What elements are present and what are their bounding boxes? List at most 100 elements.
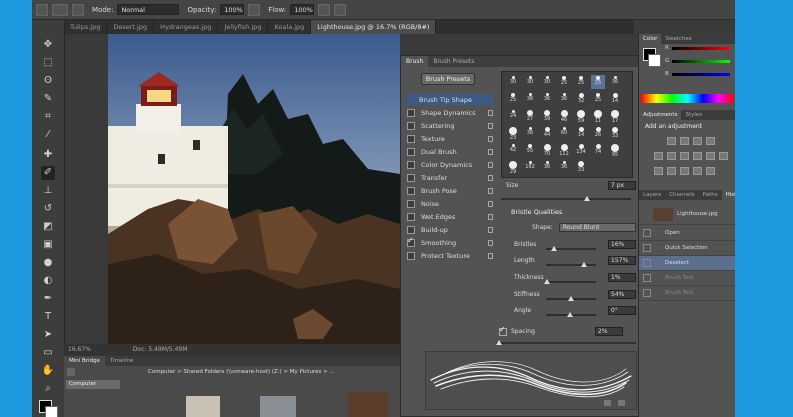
option-checkbox[interactable] [407,134,415,143]
option-dual-brush[interactable]: Dual Brush [407,146,493,157]
brush-tip[interactable]: 36 [557,92,571,106]
option-noise[interactable]: Noise [407,198,493,209]
brush-tip[interactable]: 36 [608,75,622,89]
shape-select[interactable]: Round Blunt [558,223,636,232]
lock-icon[interactable] [488,122,493,129]
zoom-readout[interactable]: 16.67% [68,346,91,353]
size-field[interactable]: 7 px [608,181,636,190]
background-color-swatch[interactable] [45,406,58,417]
brush-panel-toggle-icon[interactable] [72,3,84,16]
option-transfer[interactable]: Transfer [407,172,493,183]
opacity-field[interactable]: 100% [220,4,245,15]
brush-tip[interactable]: 74 [591,143,605,157]
brush-tip[interactable]: 32 [574,92,588,106]
brush-tip[interactable]: 134 [574,143,588,157]
brush-tip[interactable]: 36 [540,160,554,174]
stiffness-slider-knob[interactable] [568,296,574,301]
bridge-location-dropdown[interactable]: Computer [66,380,120,389]
eyedropper-tool-icon[interactable]: ⁄ [41,128,55,142]
hue-saturation-icon[interactable] [667,152,676,160]
brush-tip[interactable]: 27 [523,109,537,123]
angle-field[interactable]: 0° [608,306,636,315]
tab-timeline[interactable]: Timeline [105,356,138,366]
option-brush-pose[interactable]: Brush Pose [407,185,493,196]
airbrush-icon[interactable] [318,3,331,16]
tab-layers[interactable]: Layers [639,190,665,200]
tab-brush[interactable]: Brush [401,56,429,67]
option-color-dynamics[interactable]: Color Dynamics [407,159,493,170]
brush-tip[interactable]: 46 [557,109,571,123]
brush-tip[interactable]: 59 [574,109,588,124]
document-canvas[interactable] [108,34,400,344]
size-slider-track[interactable] [501,198,631,200]
doc-tab[interactable]: Koala.jpg [268,20,312,34]
blue-slider[interactable] [672,73,730,76]
angle-slider-knob[interactable] [567,312,573,317]
threshold-icon[interactable] [680,167,689,175]
option-build-up[interactable]: Build-up [407,224,493,235]
blur-tool-icon[interactable]: ● [41,256,55,270]
brush-tip-grid[interactable]: 30 30 30 25 25 25 36 25 36 36 36 32 25 14 24 27 39 46 59 11… [501,71,633,178]
brush-tip[interactable]: 23 [506,126,520,141]
brightness-contrast-icon[interactable] [667,137,676,145]
move-tool-icon[interactable]: ✥ [41,38,55,52]
tab-history[interactable]: History [721,190,735,200]
clone-stamp-tool-icon[interactable]: ⊥ [41,184,55,198]
bridge-home-icon[interactable] [67,368,75,376]
length-slider-track[interactable] [546,264,596,266]
brush-tip[interactable]: 25 [574,75,588,89]
brush-tool-icon[interactable]: ✐ [41,166,55,180]
gradient-map-icon[interactable] [693,167,702,175]
brush-presets-button[interactable]: Brush Presets [421,73,475,85]
brush-tip[interactable]: 25 [591,92,605,106]
option-checkbox[interactable] [407,199,415,208]
brush-tip[interactable]: 36 [557,160,571,174]
spacing-field[interactable]: 2% [595,327,623,336]
brush-tip[interactable]: 11 [591,109,605,124]
option-checkbox[interactable] [407,147,415,156]
exposure-icon[interactable] [706,137,715,145]
lock-icon[interactable] [488,239,493,246]
brush-tip[interactable]: 30 [540,75,554,89]
levels-icon[interactable] [680,137,689,145]
history-state-selected[interactable]: Deselect [639,256,735,271]
tab-mini-bridge[interactable]: Mini Bridge [64,356,105,366]
brush-tip[interactable]: 29 [506,160,520,175]
photo-filter-icon[interactable] [706,152,715,160]
history-state-dimmed[interactable]: Brush Tool [639,286,735,301]
history-state-dimmed[interactable]: Brush Tool [639,271,735,286]
hand-tool-icon[interactable]: ✋ [41,364,55,378]
pressure-opacity-icon[interactable] [248,3,261,16]
flow-field[interactable]: 100% [290,4,315,15]
selective-color-icon[interactable] [706,167,715,175]
brush-tip[interactable]: 25 [506,92,520,106]
stiffness-field[interactable]: 54% [608,290,636,299]
option-checkbox-checked[interactable]: ✓ [407,236,415,247]
pen-tool-icon[interactable]: ✒ [41,292,55,306]
brush-tip[interactable]: 30 [506,75,520,89]
shape-tool-icon[interactable]: ▭ [41,346,55,360]
length-field[interactable]: 157% [608,256,636,265]
dodge-tool-icon[interactable]: ◐ [41,274,55,288]
brush-tip[interactable]: 25 [591,75,605,89]
tab-channels[interactable]: Channels [665,190,698,200]
thickness-slider-knob[interactable] [544,279,550,284]
doc-tab[interactable]: Tulips.jpg [64,20,108,34]
lock-icon[interactable] [488,148,493,155]
bristles-field[interactable]: 16% [608,240,636,249]
brush-tip[interactable]: 42 [506,143,520,157]
color-spectrum-bar[interactable] [641,94,734,103]
mode-select[interactable]: Normal [117,4,180,15]
lock-icon[interactable] [488,252,493,259]
brush-tip[interactable]: 33 [574,160,588,174]
color-balance-icon[interactable] [680,152,689,160]
path-selection-tool-icon[interactable]: ➤ [41,328,55,342]
brush-tip[interactable]: 112 [557,143,571,157]
history-brush-tool-icon[interactable]: ↺ [41,202,55,216]
brush-tip[interactable]: 25 [557,75,571,89]
lock-icon[interactable] [488,109,493,116]
brush-tip[interactable]: 36 [523,92,537,106]
brush-preview-toggle-icon[interactable] [604,400,611,406]
pressure-size-icon[interactable] [334,3,347,16]
marquee-tool-icon[interactable]: ⬚ [41,56,55,70]
